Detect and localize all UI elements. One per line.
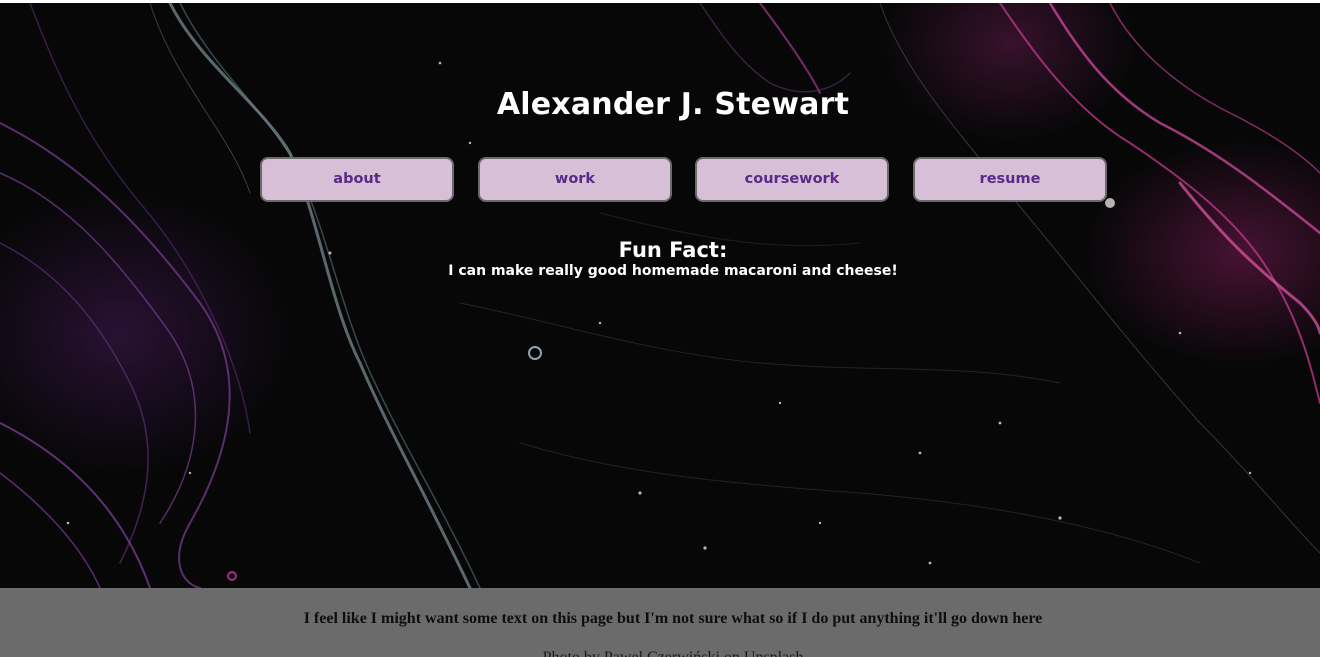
footer: I feel like I might want some text on th… (0, 588, 1320, 657)
fun-fact-heading: Fun Fact: (618, 238, 728, 262)
fun-fact-text: I can make really good homemade macaroni… (448, 263, 898, 279)
page: Alexander J. Stewart about work coursewo… (0, 0, 1320, 657)
photo-credit: Photo by Pawel Czerwiński on Unsplash (0, 649, 1320, 657)
page-title: Alexander J. Stewart (496, 87, 850, 122)
nav-resume-button[interactable]: resume (913, 157, 1107, 202)
nav-work-button[interactable]: work (478, 157, 672, 202)
nav-about-button[interactable]: about (260, 157, 454, 202)
footer-text: I feel like I might want some text on th… (303, 610, 1043, 627)
hero-background: Alexander J. Stewart about work coursewo… (0, 3, 1320, 588)
nav-coursework-button[interactable]: coursework (695, 157, 889, 202)
